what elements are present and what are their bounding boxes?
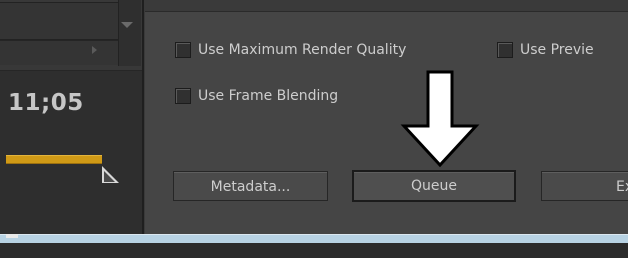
- frame-blending-checkbox[interactable]: [175, 88, 191, 104]
- resize-corner-inner: [104, 171, 115, 182]
- down-arrow-icon: [400, 70, 480, 168]
- use-previews-option[interactable]: Use Previe: [497, 39, 594, 61]
- frame-blending-label: Use Frame Blending: [198, 88, 339, 104]
- timeline-panel: 11;05: [0, 0, 144, 234]
- horizontal-scrollbar[interactable]: [0, 40, 118, 65]
- panel-header: [145, 0, 628, 12]
- max-render-quality-option[interactable]: Use Maximum Render Quality: [175, 39, 406, 61]
- timecode-display[interactable]: 11;05: [8, 90, 84, 116]
- scroll-down-arrow-icon[interactable]: [121, 22, 133, 28]
- queue-button[interactable]: Queue: [352, 170, 516, 202]
- vertical-scrollbar[interactable]: [118, 0, 141, 66]
- export-button[interactable]: Expo: [541, 171, 628, 201]
- use-previews-checkbox[interactable]: [497, 42, 513, 58]
- use-previews-label: Use Previe: [520, 42, 594, 58]
- bottom-bar: [0, 243, 628, 258]
- frame-blending-option[interactable]: Use Frame Blending: [175, 85, 338, 107]
- timeline-field[interactable]: [0, 2, 119, 40]
- max-render-quality-label: Use Maximum Render Quality: [198, 42, 407, 58]
- export-settings-panel: Use Maximum Render Quality Use Previe Us…: [145, 0, 628, 234]
- scroll-right-arrow-icon[interactable]: [92, 46, 97, 54]
- work-area-bar[interactable]: [6, 155, 102, 164]
- metadata-button[interactable]: Metadata...: [173, 171, 328, 201]
- bottom-progress-strip: [0, 234, 628, 243]
- bottom-strip-marker: [6, 234, 18, 238]
- max-render-quality-checkbox[interactable]: [175, 42, 191, 58]
